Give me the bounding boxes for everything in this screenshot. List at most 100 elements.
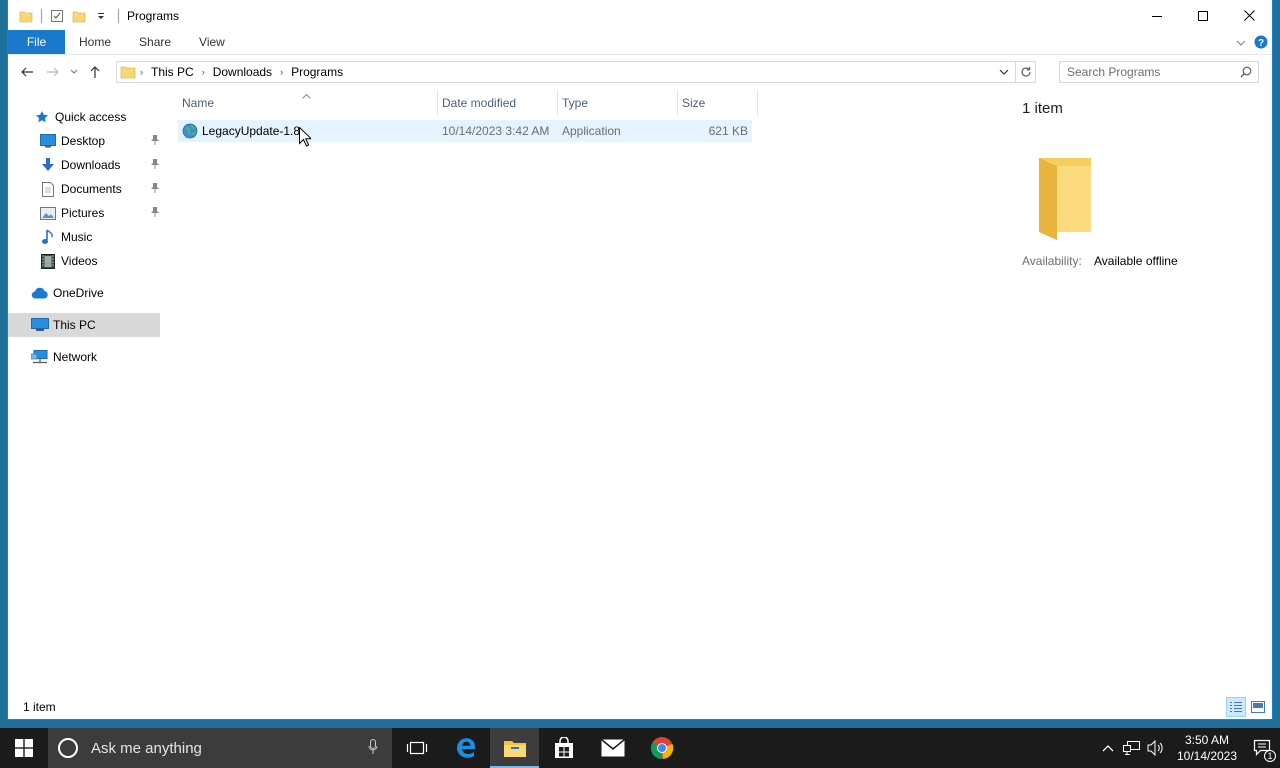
- pin-icon[interactable]: [150, 206, 160, 221]
- tab-share[interactable]: Share: [125, 30, 185, 54]
- nav-onedrive[interactable]: OneDrive: [8, 281, 160, 305]
- nav-item-documents[interactable]: Documents: [8, 177, 160, 201]
- chevron-right-icon[interactable]: ›: [280, 67, 283, 77]
- chevron-up-icon[interactable]: [1096, 728, 1120, 768]
- taskbar-search-input[interactable]: [91, 739, 351, 757]
- availability-label: Availability:: [1022, 254, 1082, 268]
- store-icon[interactable]: [539, 728, 588, 768]
- large-icons-view-icon[interactable]: [1248, 697, 1268, 717]
- nav-item-music[interactable]: Music: [8, 225, 160, 249]
- tab-view[interactable]: View: [185, 30, 239, 54]
- edge-browser-icon[interactable]: [441, 728, 490, 768]
- folder-icon: [120, 64, 136, 80]
- file-name: LegacyUpdate-1.8: [202, 124, 301, 138]
- clock[interactable]: 3:50 AM 10/14/2023: [1168, 732, 1246, 764]
- nav-quick-access[interactable]: Quick access: [8, 105, 160, 129]
- clock-time: 3:50 AM: [1184, 733, 1230, 747]
- computer-icon: [31, 317, 49, 333]
- document-icon: [39, 181, 57, 197]
- file-row[interactable]: LegacyUpdate-1.8 10/14/2023 3:42 AM Appl…: [178, 120, 752, 142]
- music-note-icon: [39, 229, 57, 245]
- nav-network[interactable]: Network: [8, 345, 160, 369]
- column-header-date[interactable]: Date modified: [438, 90, 558, 116]
- maximize-button[interactable]: [1180, 0, 1226, 31]
- nav-item-desktop[interactable]: Desktop: [8, 129, 160, 153]
- start-button[interactable]: [0, 728, 48, 768]
- nav-this-pc[interactable]: This PC: [8, 313, 160, 337]
- view-buttons: [1226, 697, 1268, 717]
- film-icon: [39, 253, 57, 269]
- breadcrumb-downloads[interactable]: Downloads: [213, 65, 272, 79]
- pin-icon[interactable]: [150, 182, 160, 197]
- file-explorer-window: Programs File Home Share View ? › This P…: [7, 0, 1273, 720]
- star-icon: [33, 109, 51, 125]
- search-icon[interactable]: [1240, 66, 1252, 78]
- column-header-size[interactable]: Size: [678, 90, 758, 116]
- nav-label: Desktop: [61, 134, 106, 148]
- up-button[interactable]: [82, 60, 108, 84]
- file-date: 10/14/2023 3:42 AM: [442, 124, 550, 138]
- chevron-right-icon: ›: [140, 67, 143, 77]
- file-explorer-taskbar-icon[interactable]: [490, 728, 539, 768]
- pictures-icon: [39, 205, 57, 221]
- refresh-icon[interactable]: [1015, 62, 1035, 82]
- svg-text:?: ?: [1258, 38, 1264, 49]
- quick-access-toolbar: [17, 0, 114, 31]
- nav-label: OneDrive: [53, 286, 104, 300]
- qat-dropdown-icon[interactable]: [92, 7, 110, 25]
- status-item-count: 1 item: [23, 700, 56, 714]
- file-size: 621 KB: [708, 124, 748, 138]
- network-tray-icon[interactable]: [1120, 728, 1144, 768]
- qat-separator: [41, 8, 42, 23]
- mail-icon[interactable]: [588, 728, 637, 768]
- nav-item-downloads[interactable]: Downloads: [8, 153, 160, 177]
- column-header-name[interactable]: Name: [178, 90, 438, 116]
- address-end-controls: [993, 62, 1035, 82]
- notification-count-badge: 1: [1264, 750, 1276, 762]
- nav-label: Downloads: [61, 158, 121, 172]
- address-dropdown-icon[interactable]: [993, 62, 1015, 82]
- pin-icon[interactable]: [150, 158, 160, 173]
- address-bar[interactable]: › This PC › Downloads › Programs: [116, 61, 1036, 83]
- window-controls: [1134, 0, 1272, 31]
- application-globe-icon: [182, 123, 198, 139]
- tab-home[interactable]: Home: [65, 30, 125, 54]
- nav-label: This PC: [53, 318, 96, 332]
- ribbon-tabs: File Home Share View ?: [8, 30, 1272, 55]
- nav-label: Music: [61, 230, 93, 244]
- network-icon: [31, 349, 49, 365]
- task-view-button[interactable]: [392, 728, 441, 768]
- microphone-icon[interactable]: [368, 739, 378, 758]
- back-button[interactable]: [14, 60, 40, 84]
- search-input[interactable]: [1060, 65, 1230, 79]
- breadcrumb-this-pc[interactable]: This PC: [151, 65, 194, 79]
- expand-ribbon-icon[interactable]: [1236, 37, 1246, 51]
- forward-button[interactable]: [40, 60, 66, 84]
- pin-icon[interactable]: [150, 134, 160, 149]
- help-icon[interactable]: ?: [1254, 35, 1268, 52]
- close-button[interactable]: [1226, 0, 1272, 31]
- status-bar: 1 item: [8, 695, 1272, 719]
- new-folder-icon[interactable]: [70, 7, 88, 25]
- nav-label: Network: [53, 350, 98, 364]
- ribbon-right-controls: ?: [1236, 35, 1268, 52]
- download-arrow-icon: [39, 157, 57, 173]
- system-tray: 3:50 AM 10/14/2023 1: [1096, 728, 1280, 768]
- minimize-button[interactable]: [1134, 0, 1180, 31]
- action-center-icon[interactable]: 1: [1246, 728, 1280, 768]
- volume-icon[interactable]: [1144, 728, 1168, 768]
- details-view-icon[interactable]: [1226, 697, 1246, 717]
- chevron-right-icon[interactable]: ›: [202, 67, 205, 77]
- nav-label: Documents: [61, 182, 122, 196]
- chrome-icon[interactable]: [637, 728, 686, 768]
- tab-file[interactable]: File: [8, 30, 65, 54]
- nav-item-pictures[interactable]: Pictures: [8, 201, 160, 225]
- properties-icon[interactable]: [48, 7, 66, 25]
- nav-label: Quick access: [55, 110, 127, 124]
- title-bar: Programs: [8, 0, 1272, 31]
- taskbar: 3:50 AM 10/14/2023 1: [0, 728, 1280, 768]
- recent-locations-button[interactable]: [66, 60, 82, 84]
- column-header-type[interactable]: Type: [558, 90, 678, 116]
- breadcrumb-programs[interactable]: Programs: [291, 65, 343, 79]
- nav-item-videos[interactable]: Videos: [8, 249, 160, 273]
